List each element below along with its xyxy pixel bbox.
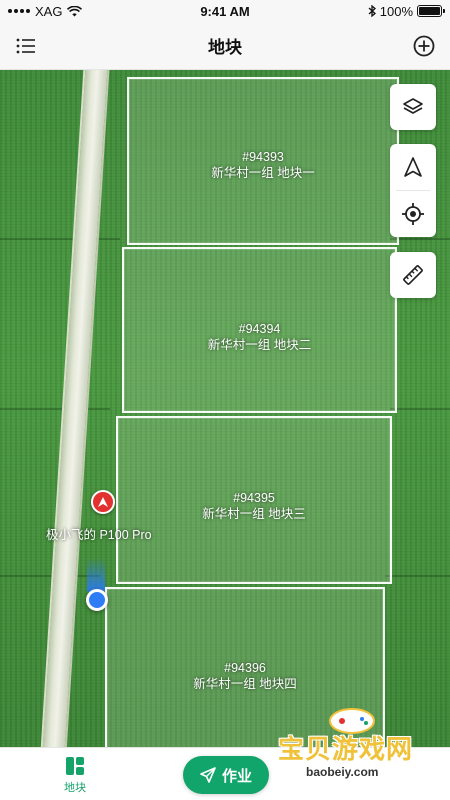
locate-target-icon	[402, 203, 424, 225]
battery-icon	[417, 5, 445, 17]
ruler-icon	[403, 265, 423, 285]
add-plot-button[interactable]	[408, 30, 440, 62]
status-right: 100%	[368, 3, 445, 19]
navigate-arrow-icon	[404, 157, 422, 177]
list-icon	[16, 38, 35, 54]
add-circle-icon	[413, 35, 435, 57]
plot-id: #94396	[224, 661, 266, 675]
battery-fill	[419, 7, 440, 15]
plot-id: #94395	[233, 491, 275, 505]
heading-indicator	[87, 558, 105, 592]
plot-2[interactable]: #94394 新华村一组 地块二	[122, 247, 397, 413]
drone-marker[interactable]	[91, 490, 115, 514]
field-boundary	[0, 238, 120, 240]
current-location-dot	[86, 589, 108, 611]
ruler-control	[390, 252, 436, 298]
plot-name: 新华村一组 地块一	[211, 166, 315, 180]
plots-tab-icon	[66, 757, 84, 775]
field-boundary	[385, 575, 450, 577]
tab-plots[interactable]: 地块	[55, 756, 95, 795]
status-left: XAG	[8, 3, 83, 19]
drone-arrow-icon	[98, 497, 108, 507]
bluetooth-icon	[368, 5, 376, 17]
layers-button[interactable]	[390, 84, 436, 130]
send-icon	[200, 767, 216, 783]
plot-name: 新华村一组 地块三	[202, 507, 306, 521]
navigation-controls	[390, 144, 436, 237]
field-boundary	[390, 238, 450, 240]
signal-icon	[8, 9, 30, 13]
tab-plots-label: 地块	[64, 782, 86, 794]
plot-4[interactable]: #94396 新华村一组 地块四	[105, 587, 385, 747]
nav-bar: 地块	[0, 22, 450, 70]
bottom-tab-bar: 地块 作业	[0, 747, 450, 800]
status-bar: XAG 9:41 AM 100%	[0, 0, 450, 22]
app-screen: XAG 9:41 AM 100% 地块 #94393 新华村一组 地块一 #94…	[0, 0, 450, 800]
wifi-icon	[67, 5, 83, 16]
layers-control	[390, 84, 436, 130]
plot-1[interactable]: #94393 新华村一组 地块一	[127, 77, 399, 245]
layers-icon	[403, 98, 423, 114]
locate-button[interactable]	[390, 191, 436, 237]
menu-button[interactable]	[10, 30, 42, 62]
work-button-label: 作业	[221, 767, 252, 785]
plot-id: #94393	[242, 150, 284, 164]
field-boundary	[0, 575, 100, 577]
plot-id: #94394	[238, 322, 281, 336]
plot-name: 新华村一组 地块二	[207, 338, 312, 352]
plot-3[interactable]: #94395 新华村一组 地块三	[116, 416, 392, 584]
carrier-label: XAG	[35, 3, 63, 19]
plot-name: 新华村一组 地块四	[193, 677, 297, 691]
field-boundary	[0, 408, 110, 410]
field-boundary	[390, 408, 450, 410]
satellite-map[interactable]: #94393 新华村一组 地块一 #94394 新华村一组 地块二 #94395…	[0, 70, 450, 747]
work-button[interactable]: 作业	[183, 756, 269, 794]
battery-percent: 100%	[379, 3, 413, 19]
drone-label: 极小飞的 P100 Pro	[46, 528, 152, 542]
page-title: 地块	[208, 38, 242, 57]
measure-button[interactable]	[390, 252, 436, 298]
navigate-button[interactable]	[390, 144, 436, 190]
